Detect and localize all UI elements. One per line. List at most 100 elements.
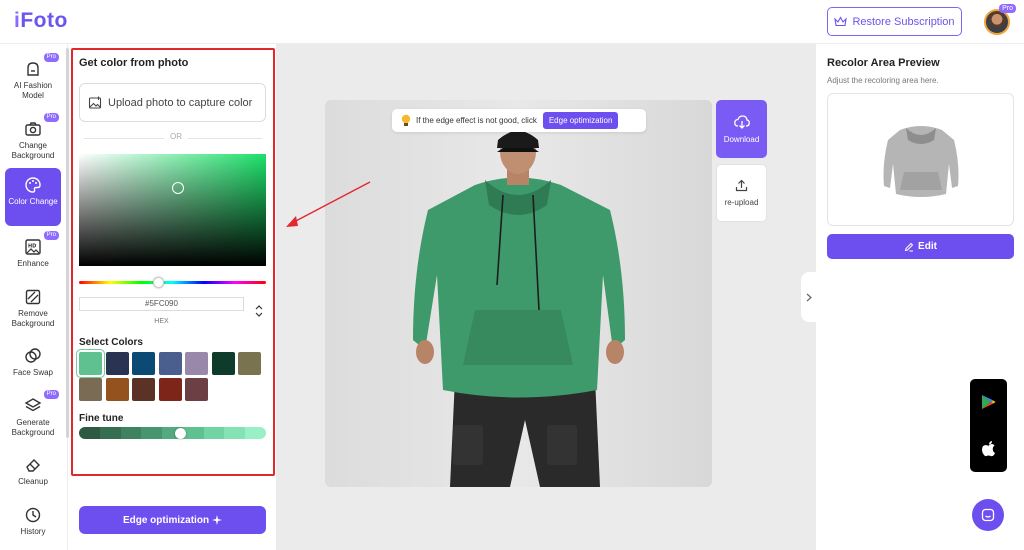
hex-input[interactable]: #5FC090 bbox=[79, 297, 244, 311]
download-button[interactable]: Download bbox=[716, 100, 767, 158]
color-format-toggle[interactable] bbox=[255, 305, 263, 317]
upload-photo-button[interactable]: Upload photo to capture color bbox=[79, 83, 266, 122]
color-swatch[interactable] bbox=[211, 352, 235, 375]
model-photo bbox=[325, 100, 712, 487]
nav-item-face-swap[interactable]: Face Swap bbox=[5, 339, 61, 395]
nav-item-change-background[interactable]: Change Background Pro bbox=[5, 112, 61, 168]
nav-item-enhance[interactable]: HD Enhance Pro bbox=[5, 230, 61, 286]
nav-item-ai-fashion-model[interactable]: AI Fashion Model Pro bbox=[5, 52, 61, 108]
color-swatch[interactable] bbox=[185, 378, 208, 401]
panel-title: Get color from photo bbox=[79, 57, 189, 69]
chevron-right-icon bbox=[806, 293, 812, 301]
lightbulb-icon bbox=[401, 114, 411, 126]
nav-label: Enhance bbox=[17, 259, 49, 268]
face-swap-icon bbox=[25, 348, 41, 363]
color-swatch[interactable] bbox=[105, 378, 129, 401]
nav-label: Change Background bbox=[11, 141, 55, 160]
fine-tune-label: Fine tune bbox=[79, 413, 124, 424]
slash-square-icon bbox=[25, 289, 41, 305]
pro-badge: Pro bbox=[43, 390, 59, 400]
fine-tune-segment bbox=[79, 427, 100, 439]
ifoto-logo[interactable]: iFoto bbox=[14, 9, 68, 33]
hoodie-mask-preview bbox=[883, 126, 959, 197]
tip-text: If the edge effect is not good, click bbox=[416, 116, 537, 125]
camera-icon bbox=[25, 122, 41, 136]
nav-item-remove-background[interactable]: Remove Background bbox=[5, 280, 61, 336]
nav-label: Color Change bbox=[8, 197, 58, 206]
fine-tune-segment bbox=[245, 427, 266, 439]
reupload-button[interactable]: re-upload bbox=[716, 164, 767, 222]
or-label: OR bbox=[164, 132, 188, 141]
layers-icon bbox=[24, 398, 42, 412]
or-divider: OR bbox=[84, 132, 262, 144]
fine-tune-segment bbox=[99, 427, 121, 439]
color-swatch[interactable] bbox=[185, 352, 208, 375]
hanger-icon bbox=[27, 62, 39, 76]
color-swatch[interactable] bbox=[158, 378, 182, 401]
nav-label: AI Fashion Model bbox=[13, 81, 53, 100]
eraser-icon bbox=[26, 459, 40, 472]
image-upload-icon bbox=[88, 96, 102, 109]
edit-label: Edit bbox=[918, 241, 937, 252]
color-swatch[interactable] bbox=[158, 352, 182, 375]
hue-slider-handle[interactable] bbox=[153, 277, 164, 288]
saturation-value-picker[interactable] bbox=[79, 154, 266, 266]
collapse-panel-toggle[interactable] bbox=[801, 272, 817, 322]
hex-format-label: HEX bbox=[154, 318, 169, 325]
pro-badge: Pro bbox=[43, 231, 59, 241]
fine-tune-slider[interactable] bbox=[79, 427, 266, 439]
color-swatch[interactable] bbox=[132, 352, 155, 375]
app-store-links bbox=[970, 379, 1007, 472]
fine-tune-segment bbox=[120, 427, 142, 439]
recolor-area-preview[interactable] bbox=[827, 93, 1014, 226]
reupload-label: re-upload bbox=[724, 198, 759, 207]
color-swatch[interactable] bbox=[105, 352, 129, 375]
fine-tune-segment bbox=[224, 427, 246, 439]
tip-edge-optimization-button[interactable]: Edge optimization bbox=[542, 112, 619, 129]
apple-icon[interactable] bbox=[981, 440, 996, 457]
hd-image-icon: HD bbox=[25, 239, 41, 255]
chevron-up-down-icon bbox=[255, 305, 263, 317]
pencil-icon bbox=[904, 242, 914, 251]
chat-support-button[interactable] bbox=[972, 499, 1004, 531]
avatar-pro-badge: Pro bbox=[999, 4, 1016, 13]
color-swatch[interactable] bbox=[238, 352, 261, 375]
color-swatch[interactable] bbox=[132, 378, 155, 401]
user-avatar[interactable]: Pro bbox=[984, 4, 1016, 35]
recolor-preview-title: Recolor Area Preview bbox=[827, 57, 940, 69]
top-header: iFoto Restore Subscription Pro bbox=[0, 0, 1024, 44]
select-colors-label: Select Colors bbox=[79, 337, 143, 348]
nav-label: Remove Background bbox=[11, 309, 55, 328]
edit-button[interactable]: Edit bbox=[827, 234, 1014, 259]
upload-photo-label: Upload photo to capture color bbox=[108, 96, 253, 109]
photo-canvas[interactable] bbox=[325, 100, 712, 487]
restore-subscription-label: Restore Subscription bbox=[852, 15, 955, 28]
svg-text:HD: HD bbox=[28, 244, 36, 250]
hue-slider[interactable] bbox=[79, 281, 266, 284]
crown-icon bbox=[834, 16, 848, 27]
restore-subscription-button[interactable]: Restore Subscription bbox=[827, 7, 962, 36]
nav-item-generate-background[interactable]: Generate Background Pro bbox=[5, 389, 61, 445]
pro-badge: Pro bbox=[43, 113, 59, 123]
left-nav: AI Fashion Model Pro Change Background P… bbox=[0, 44, 69, 550]
pro-badge: Pro bbox=[43, 53, 59, 63]
nav-label: Cleanup bbox=[18, 477, 48, 486]
nav-item-color-change[interactable]: Color Change bbox=[5, 168, 61, 226]
google-play-icon[interactable] bbox=[981, 394, 996, 410]
nav-item-history[interactable]: History bbox=[5, 498, 61, 550]
fine-tune-segment bbox=[141, 427, 163, 439]
edge-optimization-button[interactable]: Edge optimization bbox=[79, 506, 266, 534]
fine-tune-handle[interactable] bbox=[175, 428, 186, 439]
edge-optimization-label: Edge optimization bbox=[122, 514, 210, 526]
nav-scrollbar[interactable] bbox=[66, 48, 69, 438]
color-swatch[interactable] bbox=[79, 378, 102, 401]
nav-label: Face Swap bbox=[12, 368, 54, 377]
nav-item-cleanup[interactable]: Cleanup bbox=[5, 448, 61, 504]
cloud-download-icon bbox=[733, 114, 750, 129]
edge-tip-bar: If the edge effect is not good, click Ed… bbox=[392, 109, 646, 132]
saturation-value-handle[interactable] bbox=[172, 182, 184, 194]
recolor-preview-subtitle: Adjust the recoloring area here. bbox=[827, 76, 939, 85]
clock-icon bbox=[25, 507, 41, 523]
color-swatch[interactable] bbox=[77, 350, 104, 377]
nav-label: History bbox=[20, 527, 46, 536]
